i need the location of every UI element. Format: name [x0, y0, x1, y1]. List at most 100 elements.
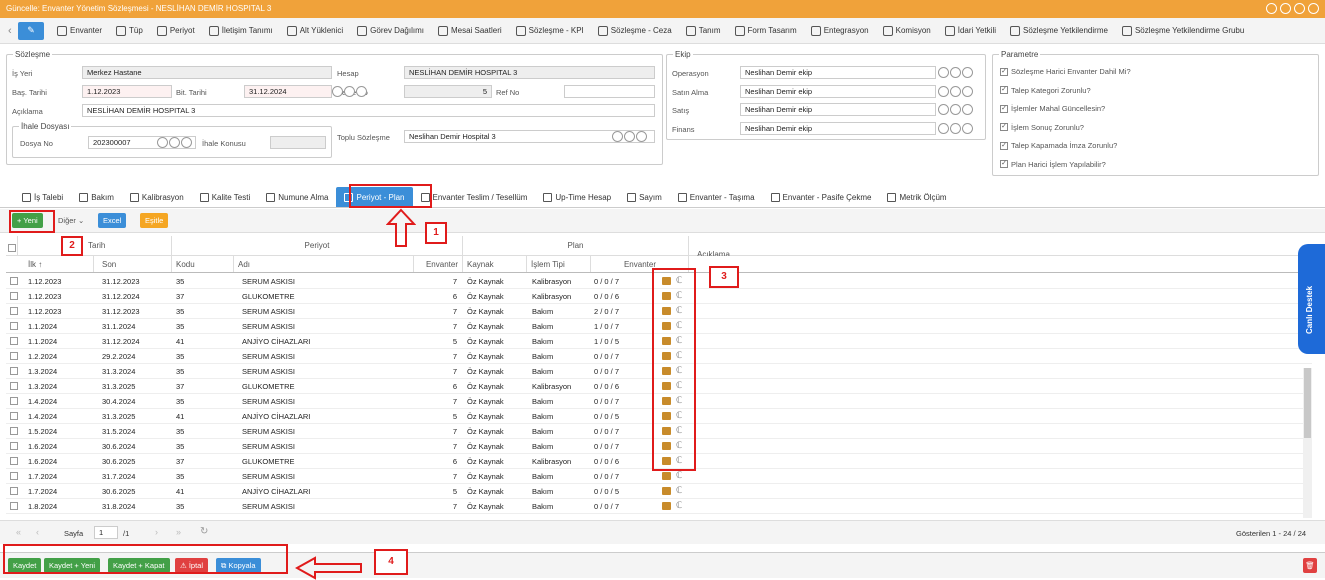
refresh-icon[interactable]: [1266, 3, 1277, 14]
row-checkbox[interactable]: [10, 457, 18, 465]
toolbar-item-9[interactable]: Sözleşme - Ceza: [591, 20, 679, 42]
edit-button[interactable]: ✎: [18, 21, 44, 40]
next-page-icon[interactable]: ›: [155, 527, 158, 537]
clear-icon[interactable]: [962, 67, 973, 78]
minimize-icon[interactable]: [1280, 3, 1291, 14]
row-checkbox[interactable]: [10, 382, 18, 390]
team-field[interactable]: Neslihan Demir ekip: [740, 84, 936, 98]
select-all-checkbox[interactable]: [8, 244, 16, 252]
clear-icon[interactable]: [356, 86, 367, 97]
toolbar-item-3[interactable]: Periyot: [150, 20, 202, 42]
row-checkbox[interactable]: [10, 277, 18, 285]
chevron-left-icon[interactable]: ‹: [8, 25, 18, 37]
toolbar-item-1[interactable]: Envanter: [50, 20, 109, 42]
eye-icon[interactable]: [344, 86, 355, 97]
row-checkbox[interactable]: [10, 397, 18, 405]
row-checkbox[interactable]: [10, 307, 18, 315]
toolbar-item-4[interactable]: İletişim Tanımı: [202, 20, 280, 42]
tab-11[interactable]: Envanter - Pasife Çekme: [763, 187, 880, 207]
tab-12[interactable]: Metrik Ölçüm: [879, 187, 954, 207]
list-icon[interactable]: [938, 67, 949, 78]
refresh-icon[interactable]: ℂ: [676, 501, 683, 510]
scrollbar-thumb[interactable]: [1304, 368, 1311, 438]
clear-icon[interactable]: [962, 85, 973, 97]
eye-icon[interactable]: [950, 67, 961, 78]
grid-scrollbar[interactable]: [1303, 368, 1312, 518]
ihale-konusu-field[interactable]: [270, 136, 326, 149]
page-input[interactable]: 1: [94, 526, 118, 539]
toolbar-item-7[interactable]: Mesai Saatleri: [431, 20, 509, 42]
prev-page-icon[interactable]: ‹: [36, 527, 39, 537]
bit-tarihi-field[interactable]: 31.12.2024: [244, 85, 332, 98]
param-checkbox[interactable]: ✓ Plan Harici İşlem Yapılabilir?: [1000, 160, 1106, 169]
islem-tipi-column-header[interactable]: İşlem Tipi: [527, 256, 591, 272]
row-checkbox[interactable]: [10, 472, 18, 480]
hesap-field[interactable]: NESLİHAN DEMİR HOSPITAL 3: [404, 66, 655, 79]
delete-button[interactable]: 🗑: [1303, 558, 1317, 573]
adi-column-header[interactable]: Adı: [234, 256, 414, 272]
eye-icon[interactable]: [624, 131, 635, 142]
refresh-icon[interactable]: ℂ: [676, 471, 683, 480]
box-icon[interactable]: [662, 502, 671, 510]
clear-icon[interactable]: [636, 131, 647, 142]
toolbar-item-8[interactable]: Sözleşme - KPI: [509, 20, 591, 42]
toolbar-item-10[interactable]: Tanım: [679, 20, 728, 42]
son-column-header[interactable]: Son: [94, 256, 172, 272]
belge-no-field[interactable]: 5: [404, 85, 492, 98]
team-field[interactable]: Neslihan Demir ekip: [740, 121, 936, 135]
list-icon[interactable]: [938, 85, 949, 97]
tab-10[interactable]: Envanter - Taşıma: [670, 187, 763, 207]
list-icon[interactable]: [157, 137, 168, 148]
kodu-column-header[interactable]: Kodu: [172, 256, 234, 272]
tab-1[interactable]: İş Talebi: [14, 187, 71, 207]
table-row[interactable]: 1.7.2024 31.7.2024 35 SERUM ASKISI 7 Öz …: [6, 469, 1312, 484]
param-checkbox[interactable]: ✓ Talep Kapamada İmza Zorunlu?: [1000, 141, 1117, 150]
tab-4[interactable]: Kalite Testi: [192, 187, 259, 207]
tab-9[interactable]: Sayım: [619, 187, 670, 207]
box-icon[interactable]: [662, 487, 671, 495]
toolbar-item-12[interactable]: Entegrasyon: [804, 20, 876, 42]
eye-icon[interactable]: [950, 85, 961, 97]
ref-no-field[interactable]: [564, 85, 655, 98]
toolbar-item-11[interactable]: Form Tasarım: [728, 20, 804, 42]
eye-icon[interactable]: [950, 122, 961, 134]
live-support-tab[interactable]: Canlı Destek: [1298, 244, 1325, 354]
tab-5[interactable]: Numune Alma: [258, 187, 336, 207]
table-row[interactable]: 1.7.2024 30.6.2025 41 ANJİYO CİHAZLARI 5…: [6, 484, 1312, 499]
row-checkbox[interactable]: [10, 337, 18, 345]
envanter-column-header[interactable]: Envanter: [414, 256, 463, 272]
clear-icon[interactable]: [962, 122, 973, 134]
tab-3[interactable]: Kalibrasyon: [122, 187, 192, 207]
clear-icon[interactable]: [962, 104, 973, 115]
toolbar-item-13[interactable]: Komisyon: [876, 20, 938, 42]
row-checkbox[interactable]: [10, 352, 18, 360]
first-page-icon[interactable]: «: [16, 527, 21, 537]
tab-2[interactable]: Bakım: [71, 187, 122, 207]
list-icon[interactable]: [332, 86, 343, 97]
row-checkbox[interactable]: [10, 487, 18, 495]
other-dropdown[interactable]: Diğer ⌄: [58, 216, 84, 225]
list-icon[interactable]: [612, 131, 623, 142]
row-checkbox[interactable]: [10, 292, 18, 300]
toolbar-item-14[interactable]: İdari Yetkili: [938, 20, 1003, 42]
last-page-icon[interactable]: »: [176, 527, 181, 537]
refresh-icon[interactable]: ↻: [200, 526, 208, 537]
list-icon[interactable]: [938, 122, 949, 134]
equalize-button[interactable]: Eşitle: [140, 213, 169, 228]
bas-tarihi-field[interactable]: 1.12.2023: [82, 85, 172, 98]
row-checkbox[interactable]: [10, 427, 18, 435]
row-checkbox[interactable]: [10, 322, 18, 330]
eye-icon[interactable]: [950, 104, 961, 115]
param-checkbox[interactable]: ✓ Talep Kategori Zorunlu?: [1000, 86, 1091, 95]
tab-8[interactable]: Up-Time Hesap: [535, 187, 619, 207]
row-checkbox[interactable]: [10, 502, 18, 510]
row-checkbox[interactable]: [10, 442, 18, 450]
toolbar-item-5[interactable]: Alt Yüklenici: [280, 20, 350, 42]
refresh-icon[interactable]: ℂ: [676, 486, 683, 495]
row-checkbox[interactable]: [10, 367, 18, 375]
list-icon[interactable]: [938, 104, 949, 115]
table-row[interactable]: 1.8.2024 31.8.2024 35 SERUM ASKISI 7 Öz …: [6, 499, 1312, 514]
aciklama-field[interactable]: NESLİHAN DEMİR HOSPITAL 3: [82, 104, 655, 117]
close-icon[interactable]: [1308, 3, 1319, 14]
toolbar-item-16[interactable]: Sözleşme Yetkilendirme Grubu: [1115, 20, 1251, 42]
